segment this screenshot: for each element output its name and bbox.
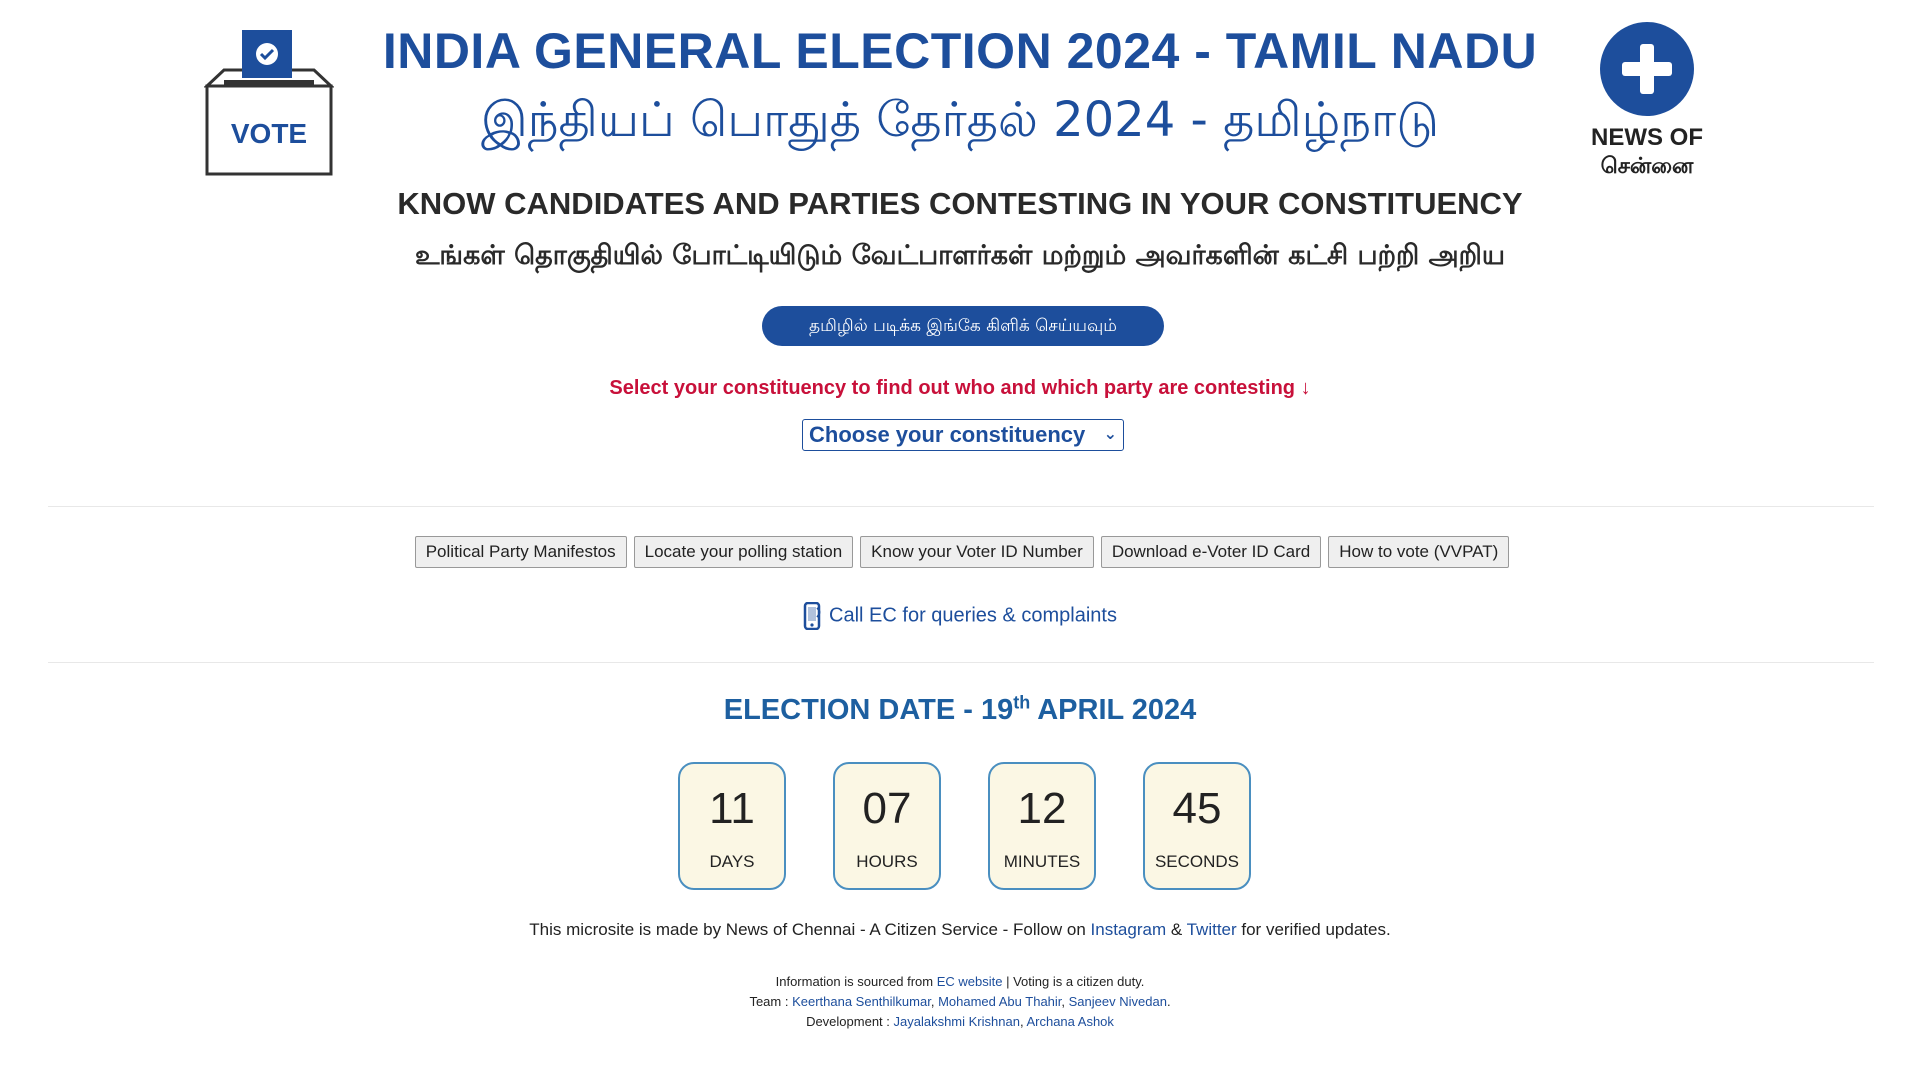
footer-credit: This microsite is made by News of Chenna… [0, 920, 1920, 940]
team-member-link[interactable]: Sanjeev Nivedan [1069, 994, 1167, 1009]
manifestos-button[interactable]: Political Party Manifestos [414, 536, 627, 568]
news-logo-label-tamil: சென்னை [1600, 153, 1694, 179]
intro-heading-tamil: உங்கள் தொகுதியில் போட்டியிடும் வேட்பாளர்… [414, 240, 1506, 271]
footer-text: & [1166, 920, 1187, 939]
twitter-link[interactable]: Twitter [1187, 920, 1237, 939]
countdown-minutes: 12 MINUTES [988, 762, 1096, 890]
voter-id-number-button[interactable]: Know your Voter ID Number [860, 536, 1094, 568]
footer-text: | Voting is a citizen duty. [1002, 974, 1145, 989]
page-title: INDIA GENERAL ELECTION 2024 - TAMIL NADU [382, 23, 1538, 79]
divider [48, 662, 1874, 663]
footer-text: , [1061, 994, 1069, 1009]
countdown-label: DAYS [709, 852, 755, 871]
countdown-value: 11 [709, 784, 755, 833]
constituency-select[interactable]: Choose your constituency ⌄ [802, 419, 1124, 451]
footer-text: Team : [749, 994, 793, 1009]
footer-source: Information is sourced from EC website |… [0, 974, 1920, 989]
footer-text: . [1166, 994, 1171, 1009]
countdown-label: HOURS [856, 852, 918, 871]
footer-text: Information is sourced from [775, 974, 937, 989]
election-date-heading: ELECTION DATE - 19th APRIL 2024 [0, 692, 1920, 727]
countdown-timer: 11 DAYS 07 HOURS 12 MINUTES 45 SECONDS [678, 762, 1251, 890]
election-date-prefix: ELECTION DATE - 19 [723, 694, 1014, 726]
countdown-days: 11 DAYS [678, 762, 786, 890]
countdown-label: MINUTES [1003, 852, 1081, 871]
polling-station-button[interactable]: Locate your polling station [633, 536, 854, 568]
how-to-vote-button[interactable]: How to vote (VVPAT) [1328, 536, 1510, 568]
constituency-select-value: Choose your constituency [809, 422, 1086, 447]
footer-text: This microsite is made by News of Chenna… [529, 920, 1091, 939]
constituency-prompt: Select your constituency to find out who… [609, 377, 1311, 399]
team-member-link[interactable]: Mohamed Abu Thahir [938, 994, 1061, 1009]
footer-team: Team : Keerthana Senthilkumar, Mohamed A… [0, 994, 1920, 1009]
developer-link[interactable]: Jayalakshmi Krishnan [894, 1014, 1020, 1029]
election-date-month: APRIL 2024 [1030, 694, 1197, 726]
team-member-link[interactable]: Keerthana Senthilkumar [792, 994, 931, 1009]
download-voter-id-button[interactable]: Download e-Voter ID Card [1100, 536, 1322, 568]
ec-website-link[interactable]: EC website [937, 974, 1003, 989]
footer-text: , [930, 994, 939, 1009]
footer-text: for verified updates. [1236, 920, 1391, 939]
intro-heading: KNOW CANDIDATES AND PARTIES CONTESTING I… [397, 186, 1523, 221]
footer-development: Development : Jayalakshmi Krishnan, Arch… [0, 1014, 1920, 1029]
election-date-suffix-sup: th [1013, 692, 1031, 713]
read-in-tamil-button[interactable]: தமிழில் படிக்க இங்கே கிளிக் செய்யவும் [762, 306, 1164, 346]
developer-link[interactable]: Archana Ashok [1026, 1014, 1113, 1029]
instagram-link[interactable]: Instagram [1091, 920, 1167, 939]
countdown-label: SECONDS [1154, 852, 1240, 871]
phone-icon [803, 601, 823, 631]
page-title-tamil: இந்தியப் பொதுத் தேர்தல் 2024 - தமிழ்நாடு [481, 92, 1439, 148]
countdown-value: 45 [1172, 784, 1222, 833]
call-ec-text: Call EC for queries & complaints [829, 604, 1117, 627]
divider [48, 506, 1874, 507]
countdown-hours: 07 HOURS [833, 762, 941, 890]
quick-links: Political Party Manifestos Locate your p… [0, 536, 1920, 568]
footer-text: Development : [806, 1014, 894, 1029]
chevron-down-icon: ⌄ [1103, 426, 1117, 443]
countdown-value: 12 [1017, 784, 1067, 833]
call-ec-link[interactable]: Call EC for queries & complaints [0, 601, 1920, 631]
countdown-seconds: 45 SECONDS [1143, 762, 1251, 890]
countdown-value: 07 [862, 784, 912, 833]
